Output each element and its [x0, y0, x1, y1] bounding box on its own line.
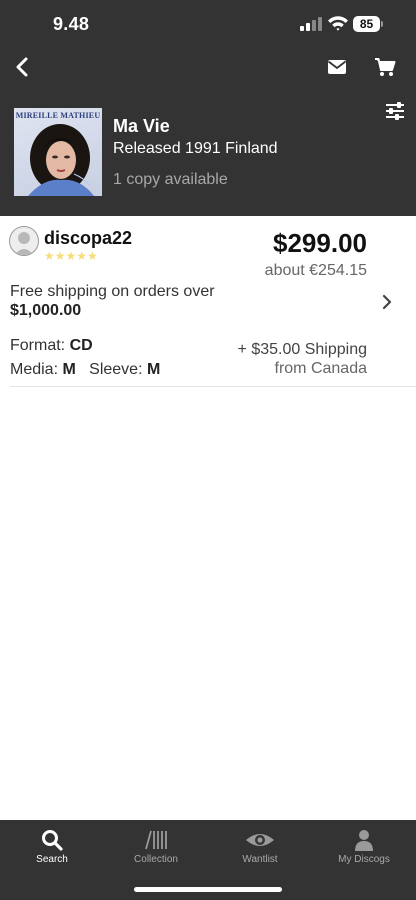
- seller-name[interactable]: discopa22: [44, 228, 132, 249]
- converted-price: about €254.15: [264, 262, 367, 279]
- tab-collection[interactable]: Collection: [104, 820, 208, 880]
- sleeve-value: M: [146, 361, 161, 378]
- seller-rating-stars: ★★★★★: [44, 249, 98, 263]
- search-icon: [42, 830, 63, 851]
- tab-wantlist-label: Wantlist: [242, 854, 278, 865]
- free-shipping-note: Free shipping on orders over: [10, 283, 215, 300]
- tab-collection-label: Collection: [134, 854, 178, 865]
- chevron-left-icon[interactable]: [12, 56, 34, 78]
- format-value: CD: [69, 337, 93, 354]
- cell-signal-icon: [300, 17, 322, 31]
- copies-available: 1 copy available: [113, 171, 228, 188]
- release-title: Ma Vie: [113, 116, 170, 136]
- tab-my-discogs-label: My Discogs: [338, 854, 390, 865]
- chevron-right-icon[interactable]: [380, 293, 394, 311]
- collection-icon: [145, 830, 167, 850]
- tab-wantlist[interactable]: Wantlist: [208, 820, 312, 880]
- album-cover[interactable]: MIREILLE MATHIEU: [14, 108, 102, 196]
- status-time: 9.48: [53, 14, 90, 34]
- format-label: Format:: [10, 337, 66, 354]
- battery-level: 85: [359, 17, 374, 31]
- wifi-icon: [328, 16, 348, 31]
- tab-bar: Search Collection Wantlist My Discogs: [0, 820, 416, 900]
- release-subtitle: Released 1991 Finland: [113, 140, 278, 157]
- ships-from: from Canada: [274, 360, 368, 377]
- media-value: M: [62, 361, 76, 378]
- eye-icon: [246, 834, 274, 846]
- free-shipping-threshold: $1,000.00: [10, 302, 82, 319]
- header-area: 9.48 85 MIREILLE MATHIEU Ma Vie Released…: [0, 0, 416, 216]
- home-indicator: [134, 887, 282, 892]
- envelope-icon[interactable]: [327, 58, 347, 76]
- shipping-cost: + $35.00 Shipping: [237, 341, 367, 358]
- listing-row[interactable]: discopa22 ★★★★★ $299.00 about €254.15 Fr…: [0, 216, 416, 388]
- battery-icon: 85: [353, 16, 383, 32]
- divider: [10, 386, 416, 387]
- cart-icon[interactable]: [374, 57, 396, 77]
- media-label: Media:: [10, 361, 59, 378]
- tab-search[interactable]: Search: [0, 820, 104, 880]
- condition-line: Media: M Sleeve: M: [10, 361, 160, 379]
- seller-avatar[interactable]: [9, 226, 39, 256]
- sliders-icon[interactable]: [384, 101, 406, 121]
- user-icon: [355, 830, 373, 851]
- format-line: Format: CD: [10, 337, 93, 355]
- listing-price: $299.00: [273, 228, 367, 258]
- album-cover-brand: MIREILLE MATHIEU: [15, 111, 101, 120]
- sleeve-label: Sleeve:: [89, 361, 143, 378]
- tab-search-label: Search: [36, 854, 68, 865]
- tab-my-discogs[interactable]: My Discogs: [312, 820, 416, 880]
